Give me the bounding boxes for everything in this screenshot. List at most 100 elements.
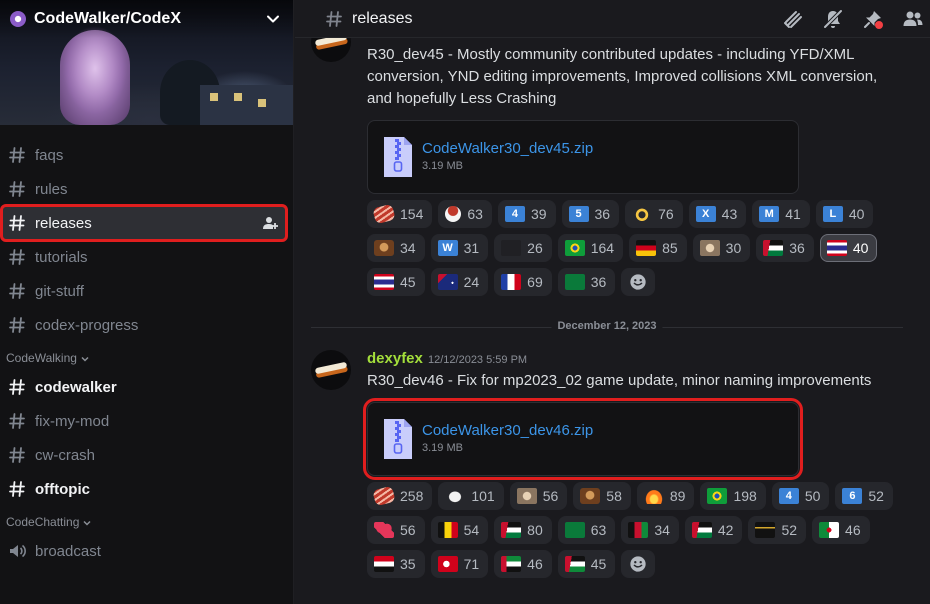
members-icon[interactable] (902, 8, 924, 30)
reaction-count: 52 (781, 522, 798, 538)
flag-sy-icon (374, 556, 394, 572)
message-author[interactable]: dexyfex (367, 350, 423, 367)
avatar[interactable] (311, 350, 351, 390)
reaction-rice-ball[interactable]: 63 (438, 200, 492, 228)
add-reaction-button[interactable] (621, 268, 656, 296)
mute-icon[interactable] (822, 8, 844, 30)
reaction-letter-m[interactable]: M 41 (752, 200, 810, 228)
reaction-bar: 258 101 56 58 89 198 4 50 6 52 56 54 80 63 34 42 52 46 35 7… (367, 482, 907, 578)
reaction-count: 56 (400, 522, 416, 538)
reaction-flag-jo[interactable]: 42 (684, 516, 743, 544)
reaction-flag-sy[interactable]: 35 (367, 550, 425, 578)
bacon-icon (372, 485, 396, 507)
ok-hand-icon (632, 206, 653, 222)
keycap-5-icon: 5 (568, 206, 589, 222)
reaction-keycap-4[interactable]: 4 39 (497, 200, 556, 228)
reaction-count: 101 (471, 488, 495, 504)
reaction-flag-de[interactable]: 85 (629, 234, 687, 262)
sidebar-item-cw-crash[interactable]: cw-crash (0, 438, 288, 472)
reaction-keycap-4[interactable]: 4 50 (771, 482, 830, 510)
reaction-photo-face[interactable]: 56 (509, 482, 568, 510)
chevron-down-icon[interactable] (80, 354, 90, 364)
hash-icon (9, 317, 25, 333)
reaction-letter-x[interactable]: X 43 (688, 200, 747, 228)
invite-icon[interactable] (262, 215, 278, 231)
threads-icon[interactable] (782, 8, 804, 30)
keycap-6-icon: 6 (842, 488, 863, 504)
attachment-filename[interactable]: CodeWalker30_dev45.zip (422, 140, 593, 157)
reaction-flag-be[interactable]: 54 (430, 516, 489, 544)
reaction-kaaba[interactable]: 52 (748, 516, 807, 544)
server-icon (10, 11, 26, 27)
reaction-bacon[interactable]: 154 (367, 200, 433, 228)
sidebar-item-offtopic[interactable]: offtopic (0, 472, 288, 506)
smile-icon (630, 274, 646, 290)
reaction-count: 71 (463, 556, 480, 572)
reaction-flag-br[interactable]: 198 (700, 482, 766, 510)
reaction-flag-au[interactable]: 24 (430, 268, 489, 296)
reaction-flag-br[interactable]: 164 (557, 234, 624, 262)
reaction-fire[interactable]: 89 (636, 482, 695, 510)
channel-category[interactable]: CodeChatting (0, 506, 293, 534)
reaction-letter-w[interactable]: W 31 (430, 234, 489, 262)
reaction-keycap-6[interactable]: 6 52 (835, 482, 893, 510)
reaction-flag-jo[interactable]: 36 (756, 234, 814, 262)
channel-header: releases (295, 0, 930, 38)
reaction-flag-eh[interactable]: 45 (557, 550, 616, 578)
sidebar-item-codewalker[interactable]: codewalker (0, 370, 288, 404)
file-attachment[interactable]: CodeWalker30_dev46.zip 3.19 MB (363, 398, 803, 480)
reaction-flag-dz[interactable]: 46 (812, 516, 870, 544)
sidebar-item-faqs[interactable]: faqs (0, 138, 288, 172)
reaction-flag-fr[interactable]: 69 (494, 268, 552, 296)
flag-eh-icon (564, 556, 585, 572)
sidebar-item-codex-progress[interactable]: codex-progress (0, 308, 288, 342)
reaction-count: 36 (594, 206, 611, 222)
add-reaction-button[interactable] (621, 550, 656, 578)
reaction-fix-my-mod[interactable]: 26 (494, 234, 552, 262)
reaction-flag-tr[interactable]: 71 (430, 550, 489, 578)
sidebar-item-tutorials[interactable]: tutorials (0, 240, 288, 274)
sidebar-item-fix-my-mod[interactable]: fix-my-mod (0, 404, 288, 438)
reaction-count: 198 (733, 488, 757, 504)
reaction-face-portrait[interactable]: 58 (573, 482, 631, 510)
reaction-flag-sa[interactable]: 63 (557, 516, 616, 544)
flag-br-icon (564, 240, 585, 256)
flag-ps-icon (501, 522, 522, 538)
sidebar-item-git-stuff[interactable]: git-stuff (0, 274, 288, 308)
reaction-count: 40 (852, 240, 869, 256)
reaction-flag-th[interactable]: 45 (367, 268, 425, 296)
reaction-keycap-5[interactable]: 5 36 (561, 200, 620, 228)
channel-category[interactable]: CodeWalking (0, 342, 293, 370)
reaction-count: 41 (785, 206, 801, 222)
server-header[interactable]: CodeWalker/CodeX (0, 0, 293, 38)
reaction-flag-ae[interactable]: 46 (494, 550, 552, 578)
sidebar-item-releases[interactable]: releases (0, 204, 288, 242)
reaction-flag-sa[interactable]: 36 (557, 268, 616, 296)
sidebar-item-broadcast[interactable]: broadcast (0, 534, 288, 568)
reaction-heart-exclamation[interactable]: 56 (367, 516, 425, 544)
reaction-photo-face[interactable]: 30 (692, 234, 751, 262)
attachment-filename[interactable]: CodeWalker30_dev46.zip (422, 422, 593, 439)
reaction-ok-hand[interactable]: 76 (625, 200, 683, 228)
channel-list: faqs rules releases tutorials git-stuff codex… (0, 138, 293, 568)
reaction-bacon[interactable]: 258 (367, 482, 433, 510)
reaction-letter-l[interactable]: L 40 (815, 200, 874, 228)
reaction-count: 89 (669, 488, 686, 504)
flag-jo-icon (763, 240, 784, 256)
chevron-down-icon[interactable] (82, 518, 92, 528)
reaction-flag-th[interactable]: 40 (819, 234, 878, 262)
channel-title: releases (352, 9, 413, 27)
reaction-face-portrait[interactable]: 34 (367, 234, 425, 262)
reaction-count: 40 (848, 206, 865, 222)
sidebar-item-label: offtopic (35, 480, 90, 498)
reaction-goat[interactable]: 101 (438, 482, 504, 510)
sidebar-item-rules[interactable]: rules (0, 172, 288, 206)
sidebar-item-label: cw-crash (35, 446, 96, 464)
chevron-down-icon[interactable] (266, 12, 280, 26)
flag-sa-icon (564, 274, 585, 290)
reaction-flag-ps[interactable]: 80 (494, 516, 552, 544)
reaction-flag-af[interactable]: 34 (621, 516, 679, 544)
file-attachment[interactable]: CodeWalker30_dev45.zip 3.19 MB (367, 120, 799, 194)
bacon-icon (372, 203, 396, 225)
pin-icon[interactable] (862, 8, 884, 30)
